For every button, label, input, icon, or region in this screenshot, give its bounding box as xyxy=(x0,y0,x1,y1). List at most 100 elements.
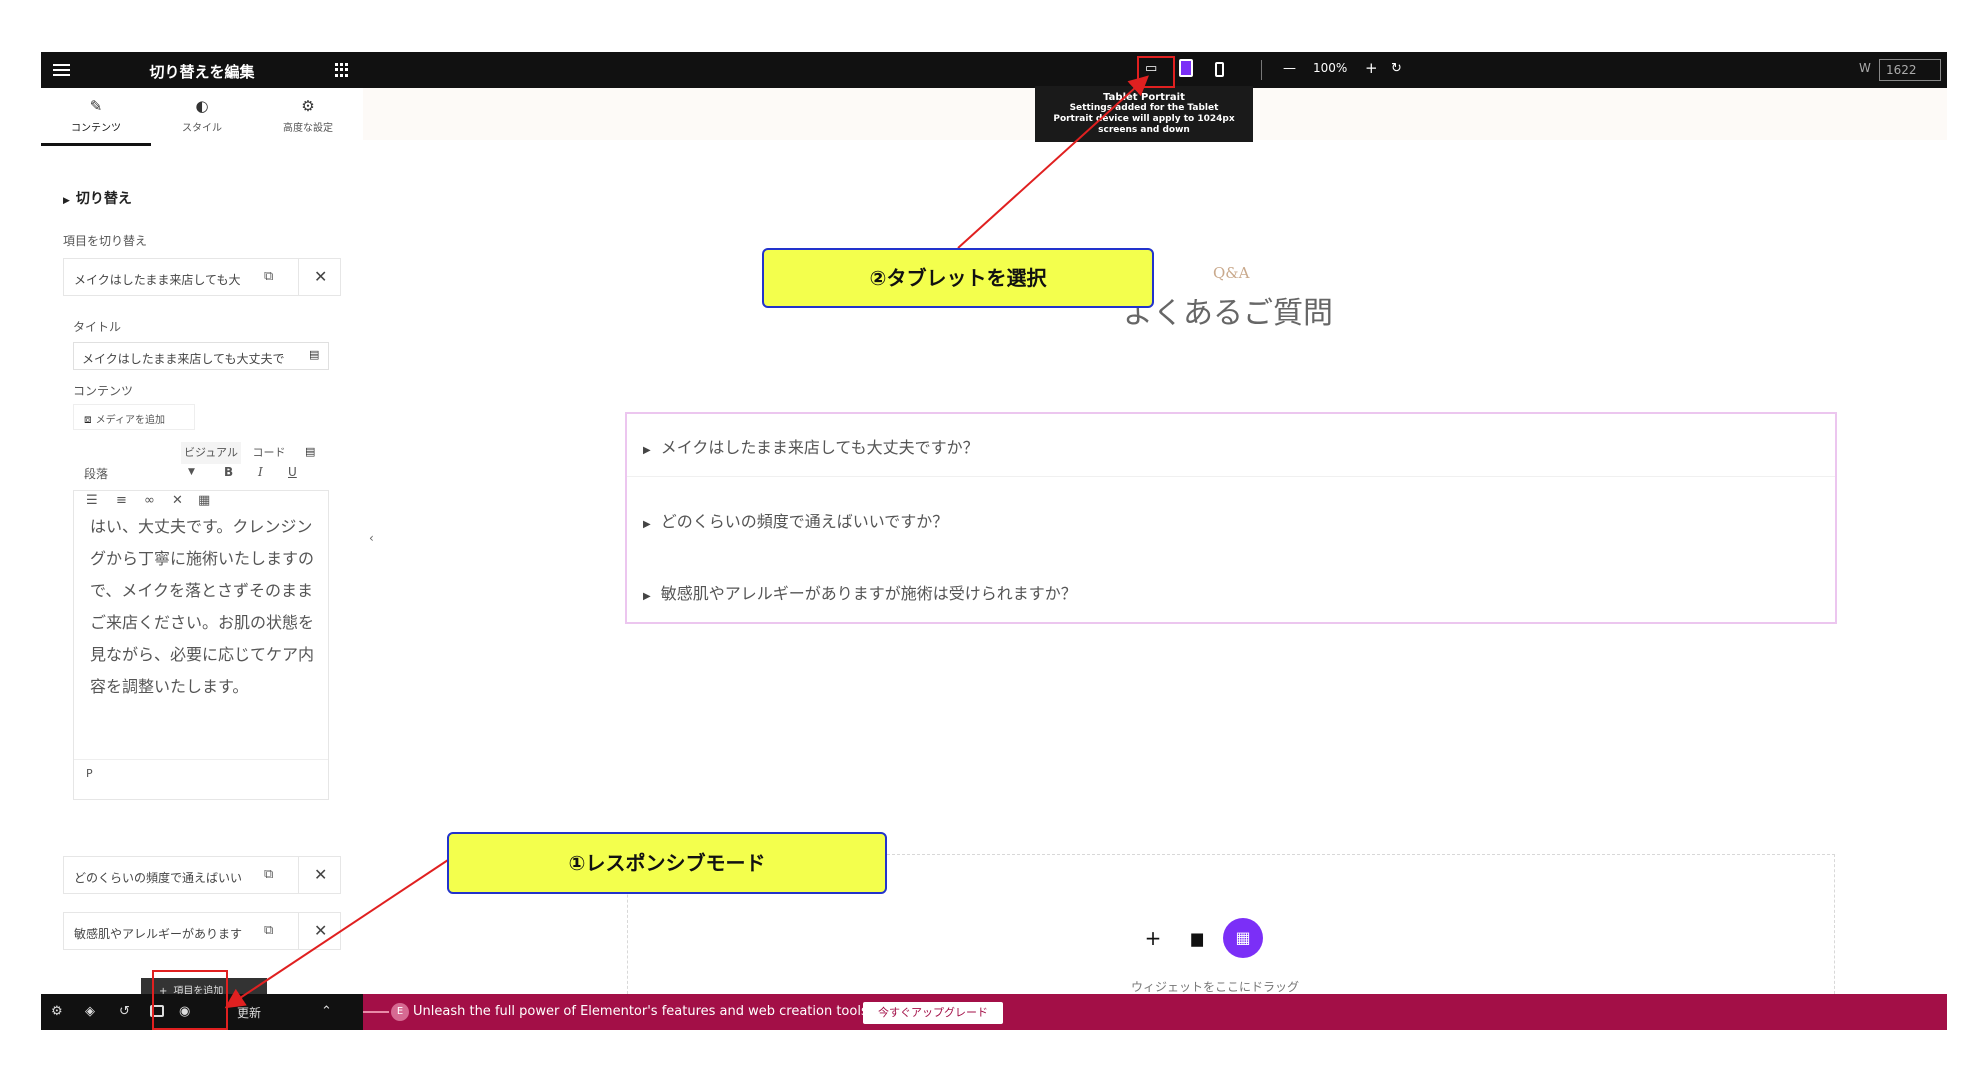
database-icon[interactable]: ▤ xyxy=(309,348,319,361)
title-label: タイトル xyxy=(73,320,122,334)
width-input[interactable]: 1622 xyxy=(1879,59,1941,81)
divider xyxy=(298,913,299,949)
qa-subtitle: Q&A xyxy=(1213,264,1250,282)
underline-button[interactable]: U xyxy=(288,465,297,479)
width-label: W xyxy=(1859,61,1871,75)
caret-icon: ▶ xyxy=(643,445,651,456)
reset-zoom-icon[interactable]: ↻ xyxy=(1391,61,1402,76)
contrast-icon: ◐ xyxy=(195,97,209,115)
faq-item[interactable]: ▶ 敏感肌やアレルギーがありますが施術は受けられますか？ xyxy=(643,580,1077,604)
link-icon[interactable]: ∞ xyxy=(144,493,155,508)
repeater-item[interactable]: メイクはしたまま来店しても大 ⧉ ✕ xyxy=(63,258,341,296)
update-button[interactable]: 更新 xyxy=(237,1004,261,1021)
divider xyxy=(74,759,328,760)
tab-style[interactable]: ◐ スタイル xyxy=(147,88,257,146)
toolbar-toggle-icon[interactable]: ▦ xyxy=(198,493,210,508)
tablet-portrait-icon[interactable] xyxy=(1179,59,1193,77)
code-tab[interactable]: コード xyxy=(247,442,291,464)
divider xyxy=(627,476,1835,477)
divider xyxy=(298,259,299,295)
add-media-button[interactable]: ⧈ メディアを追加 xyxy=(73,404,195,430)
zoom-out-icon[interactable]: — xyxy=(1283,61,1296,76)
format-select-value: 段落 xyxy=(84,467,109,481)
chevron-down-icon: ▼ xyxy=(188,467,195,477)
qa-heading: よくあるご質問 xyxy=(1123,296,1333,331)
upgrade-promo-bar: E Unleash the full power of Elementor's … xyxy=(363,994,1947,1030)
panel-tabs: ✎ コンテンツ ◐ スタイル ⚙ 高度な設定 xyxy=(41,88,363,146)
tab-content-label: コンテンツ xyxy=(71,123,121,134)
add-section-plus-icon[interactable]: + xyxy=(1133,918,1173,958)
repeater-item-title: 敏感肌やアレルギーがあります xyxy=(74,927,243,941)
gear-icon: ⚙ xyxy=(301,97,315,115)
close-icon[interactable]: ✕ xyxy=(314,865,327,884)
editor-panel: 切り替えを編集 ✎ コンテンツ ◐ スタイル ⚙ 高度な設定 ▶ 切り替え 項目を… xyxy=(41,52,363,1030)
callout-responsive: ①レスポンシブモード xyxy=(447,832,887,894)
tab-advanced-label: 高度な設定 xyxy=(283,123,333,134)
italic-button[interactable]: I xyxy=(258,465,263,479)
zoom-level: 100% xyxy=(1313,61,1348,75)
numbered-list-icon[interactable]: ≡ xyxy=(116,493,127,508)
title-input-value: メイクはしたまま来店しても大丈夫で xyxy=(82,352,285,366)
content-label: コンテンツ xyxy=(73,384,134,398)
navigator-layers-icon[interactable]: ◈ xyxy=(85,1004,95,1019)
highlight-tablet-button xyxy=(1137,56,1175,88)
callout-tablet: ②タブレットを選択 xyxy=(762,248,1154,308)
items-label: 項目を切り替え xyxy=(63,234,148,248)
widgets-grid-icon[interactable] xyxy=(335,63,349,77)
repeater-item[interactable]: どのくらいの頻度で通えばいい ⧉ ✕ xyxy=(63,856,341,894)
faq-item[interactable]: ▶ メイクはしたまま来店しても大丈夫ですか？ xyxy=(643,434,979,458)
tab-style-label: スタイル xyxy=(182,123,222,134)
caret-icon: ▶ xyxy=(643,591,651,602)
title-input[interactable]: メイクはしたまま来店しても大丈夫で xyxy=(73,342,329,370)
section-toggle-header[interactable]: ▶ 切り替え xyxy=(63,188,132,208)
visual-tab[interactable]: ビジュアル xyxy=(181,442,241,464)
repeater-item[interactable]: 敏感肌やアレルギーがあります ⧉ ✕ xyxy=(63,912,341,950)
tooltip-title: Tablet Portrait xyxy=(1103,92,1185,103)
mobile-icon[interactable] xyxy=(1215,62,1224,77)
tooltip-description: Settings added for the Tablet Portrait d… xyxy=(1053,103,1235,135)
caret-icon: ▶ xyxy=(643,519,651,530)
promo-text: Unleash the full power of Elementor's fe… xyxy=(413,1004,872,1019)
database-icon[interactable]: ▤ xyxy=(305,445,315,458)
elementor-editor: 切り替えを編集 ✎ コンテンツ ◐ スタイル ⚙ 高度な設定 ▶ 切り替え 項目を… xyxy=(41,52,1947,1030)
divider xyxy=(298,857,299,893)
add-media-label: メディアを追加 xyxy=(95,415,165,426)
repeater-item-title: メイクはしたまま来店しても大 xyxy=(74,273,241,287)
faq-toggle-widget[interactable]: ▶ メイクはしたまま来店しても大丈夫ですか？ ▶ どのくらいの頻度で通えばいいですか… xyxy=(625,412,1837,624)
device-tooltip: Tablet Portrait Settings added for the T… xyxy=(1035,86,1253,142)
tab-advanced[interactable]: ⚙ 高度な設定 xyxy=(253,88,363,146)
history-icon[interactable]: ↺ xyxy=(119,1004,130,1019)
close-icon[interactable]: ✕ xyxy=(314,921,327,940)
media-icon: ⧈ xyxy=(84,412,92,426)
bullet-list-icon[interactable]: ☰ xyxy=(86,493,98,508)
fullscreen-icon[interactable]: ✕ xyxy=(172,493,183,508)
template-folder-icon[interactable]: ▆ xyxy=(1177,918,1217,958)
wysiwyg-editor[interactable]: 段落 ▼ B I U ☰ ≡ ∞ ✕ ▦ はい、大丈夫です。クレンジングから丁寧… xyxy=(73,465,329,800)
close-icon[interactable]: ✕ xyxy=(314,267,327,286)
faq-question: 敏感肌やアレルギーがありますが施術は受けられますか？ xyxy=(660,584,1077,603)
duplicate-icon[interactable]: ⧉ xyxy=(264,867,273,882)
repeater-item-title: どのくらいの頻度で通えばいい xyxy=(74,871,243,885)
bold-button[interactable]: B xyxy=(224,465,233,479)
duplicate-icon[interactable]: ⧉ xyxy=(264,923,273,938)
width-value: 1622 xyxy=(1886,63,1917,77)
faq-question: どのくらいの頻度で通えばいいですか？ xyxy=(660,512,949,531)
collapse-panel-icon[interactable]: ‹ xyxy=(369,531,374,545)
elementor-kit-icon[interactable]: ▦ xyxy=(1223,918,1263,958)
chevron-up-icon[interactable]: ⌃ xyxy=(321,1004,332,1019)
editor-content[interactable]: はい、大丈夫です。クレンジングから丁寧に施術いたしますので、メイクを落とさずその… xyxy=(90,511,320,703)
drop-hint: ウィジェットをここにドラッグ xyxy=(1131,980,1300,994)
editor-path: P xyxy=(86,767,93,780)
panel-header: 切り替えを編集 xyxy=(41,52,363,88)
upgrade-button[interactable]: 今すぐアップグレード xyxy=(863,1002,1003,1024)
divider xyxy=(1261,60,1262,80)
faq-question: メイクはしたまま来店しても大丈夫ですか？ xyxy=(660,438,979,457)
settings-gear-icon[interactable]: ⚙ xyxy=(51,1004,63,1019)
zoom-in-icon[interactable]: + xyxy=(1365,59,1378,77)
panel-title: 切り替えを編集 xyxy=(149,63,255,81)
pencil-icon: ✎ xyxy=(89,97,103,115)
tab-content[interactable]: ✎ コンテンツ xyxy=(41,88,151,146)
duplicate-icon[interactable]: ⧉ xyxy=(264,269,273,284)
faq-item[interactable]: ▶ どのくらいの頻度で通えばいいですか？ xyxy=(643,508,948,532)
format-select[interactable]: 段落 ▼ xyxy=(84,465,195,482)
